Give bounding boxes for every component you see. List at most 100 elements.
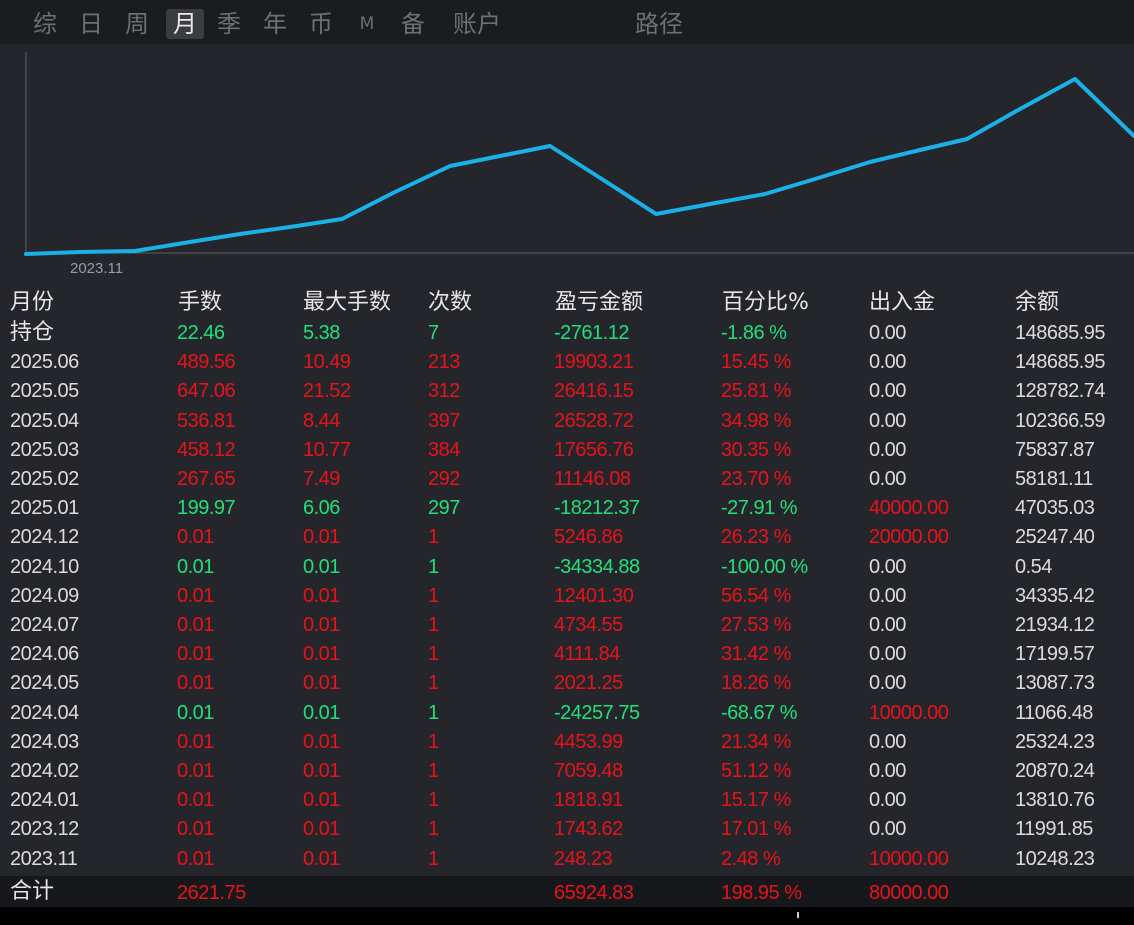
cell-max-lots: 0.01 xyxy=(303,789,340,811)
cell-month: 2024.02 xyxy=(10,760,79,782)
balance-chart: 2023.11 xyxy=(0,44,1134,280)
tab-quarterly[interactable]: 季 xyxy=(212,9,246,39)
cell-max-lots: 0.01 xyxy=(303,556,340,578)
tab-path[interactable]: 路径 xyxy=(630,9,688,39)
cell-count: 1 xyxy=(428,643,439,665)
cell-cash: 0.00 xyxy=(869,351,906,373)
cell-count: 1 xyxy=(428,672,439,694)
cell-count: 1 xyxy=(428,614,439,636)
bottom-status-strip xyxy=(0,907,1134,925)
cell-pct: 18.26 % xyxy=(721,672,791,694)
header-lots[interactable]: 手数 xyxy=(178,291,222,315)
cell-pnl: 1818.91 xyxy=(554,789,623,811)
cell-lots: 647.06 xyxy=(177,380,236,402)
cell-max-lots: 0.01 xyxy=(303,702,340,724)
table-footer-total: 合计 2621.75 65924.83 198.95 % 80000.00 xyxy=(0,876,1134,907)
cell-balance: 34335.42 xyxy=(1015,585,1095,607)
cell-pct: 56.54 % xyxy=(721,585,791,607)
cell-cash: 0.00 xyxy=(869,380,906,402)
cell-cash: 0.00 xyxy=(869,672,906,694)
cell-pnl: -24257.75 xyxy=(554,702,640,724)
footer-total-pnl: 65924.83 xyxy=(554,882,634,904)
cell-pnl: -18212.37 xyxy=(554,497,640,519)
cell-lots: 267.65 xyxy=(177,468,236,490)
cell-lots: 0.01 xyxy=(177,585,214,607)
cell-month: 2024.06 xyxy=(10,643,79,665)
cell-pct: 30.35 % xyxy=(721,439,791,461)
header-pnl[interactable]: 盈亏金额 xyxy=(555,291,643,315)
tab-m[interactable]: M xyxy=(352,9,382,39)
cell-month: 2024.05 xyxy=(10,672,79,694)
header-max-lots[interactable]: 最大手数 xyxy=(303,291,391,315)
cell-month: 2024.01 xyxy=(10,789,79,811)
footer-total-label: 合计 xyxy=(10,879,55,904)
cell-month: 2025.01 xyxy=(10,497,79,519)
cell-month: 2024.10 xyxy=(10,556,79,578)
cell-cash: 10000.00 xyxy=(869,702,949,724)
tab-yearly[interactable]: 年 xyxy=(258,9,292,39)
cell-cash: 0.00 xyxy=(869,410,906,432)
tab-account[interactable]: 账户 xyxy=(448,9,506,39)
cell-balance: 75837.87 xyxy=(1015,439,1095,461)
cell-pct: 26.23 % xyxy=(721,526,791,548)
cell-max-lots: 0.01 xyxy=(303,731,340,753)
cell-cash: 0.00 xyxy=(869,731,906,753)
header-balance[interactable]: 余额 xyxy=(1015,291,1059,315)
cell-count: 384 xyxy=(428,439,460,461)
tab-daily[interactable]: 日 xyxy=(74,9,108,39)
cell-lots: 199.97 xyxy=(177,497,236,519)
cell-count: 292 xyxy=(428,468,460,490)
cell-count: 1 xyxy=(428,585,439,607)
cell-cash: 0.00 xyxy=(869,322,906,344)
cell-lots: 0.01 xyxy=(177,702,214,724)
cell-cash: 0.00 xyxy=(869,556,906,578)
cell-balance: 128782.74 xyxy=(1015,380,1106,402)
tab-overview[interactable]: 综 xyxy=(28,9,62,39)
cell-max-lots: 0.01 xyxy=(303,760,340,782)
cell-pct: -1.86 % xyxy=(721,322,787,344)
cell-pnl: -34334.88 xyxy=(554,556,640,578)
cell-max-lots: 6.06 xyxy=(303,497,340,519)
cell-pct: 25.81 % xyxy=(721,380,791,402)
cell-cash: 0.00 xyxy=(869,760,906,782)
cell-lots: 0.01 xyxy=(177,789,214,811)
cell-lots: 0.01 xyxy=(177,848,214,870)
cell-cash: 10000.00 xyxy=(869,848,949,870)
cell-pnl: 12401.30 xyxy=(554,585,634,607)
tab-weekly[interactable]: 周 xyxy=(120,9,154,39)
tab-currency[interactable]: 币 xyxy=(304,9,338,39)
header-deposit-withdraw[interactable]: 出入金 xyxy=(869,291,935,315)
balance-series-line xyxy=(24,77,1134,256)
cell-pnl: 5246.86 xyxy=(554,526,623,548)
cell-month: 2025.06 xyxy=(10,351,79,373)
cell-max-lots: 0.01 xyxy=(303,526,340,548)
header-month[interactable]: 月份 xyxy=(10,291,54,315)
cell-count: 1 xyxy=(428,760,439,782)
tab-notes[interactable]: 备 xyxy=(396,9,430,39)
tab-monthly[interactable]: 月 xyxy=(166,9,204,39)
cell-pct: 21.34 % xyxy=(721,731,791,753)
cell-pnl: -2761.12 xyxy=(554,322,629,344)
cell-lots: 0.01 xyxy=(177,556,214,578)
cell-pct: 31.42 % xyxy=(721,643,791,665)
footer-total-percent: 198.95 % xyxy=(721,882,802,904)
cell-pct: 23.70 % xyxy=(721,468,791,490)
cell-month: 2024.03 xyxy=(10,731,79,753)
cell-pct: -27.91 % xyxy=(721,497,798,519)
cell-count: 297 xyxy=(428,497,460,519)
cell-cash: 0.00 xyxy=(869,789,906,811)
cell-pnl: 17656.76 xyxy=(554,439,634,461)
cell-pnl: 19903.21 xyxy=(554,351,634,373)
cell-lots: 536.81 xyxy=(177,410,236,432)
cell-month: 2024.09 xyxy=(10,585,79,607)
cell-count: 1 xyxy=(428,731,439,753)
header-percent[interactable]: 百分比% xyxy=(722,291,809,315)
cell-pnl: 2021.25 xyxy=(554,672,623,694)
cell-month: 2025.03 xyxy=(10,439,79,461)
header-count[interactable]: 次数 xyxy=(428,291,472,315)
cell-lots: 0.01 xyxy=(177,731,214,753)
cell-lots: 0.01 xyxy=(177,672,214,694)
cell-lots: 0.01 xyxy=(177,526,214,548)
cell-cash: 40000.00 xyxy=(869,497,949,519)
cell-pct: -100.00 % xyxy=(721,556,808,578)
